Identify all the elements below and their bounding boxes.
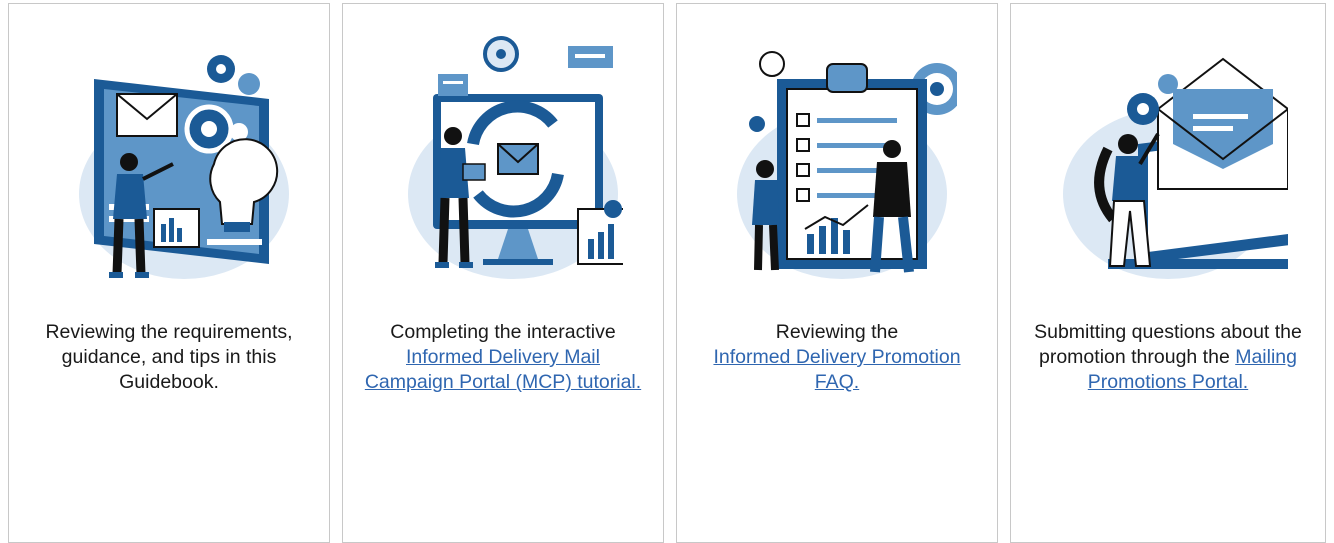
faq-clipboard-illustration xyxy=(677,34,997,304)
questions-envelope-illustration xyxy=(1011,34,1325,304)
card-guidebook: Reviewing the requirements, guidance, an… xyxy=(8,3,330,543)
card-caption: Reviewing the requirements, guidance, an… xyxy=(29,320,309,395)
portal-tutorial-illustration xyxy=(343,34,663,304)
card-questions: Submitting questions about the promotion… xyxy=(1010,3,1326,543)
card-mcp-tutorial: Completing the interactive Informed Deli… xyxy=(342,3,664,543)
caption-text: Reviewing the xyxy=(775,321,899,343)
card-caption: Reviewing the Informed Delivery Promotio… xyxy=(697,320,977,395)
card-faq: Reviewing the Informed Delivery Promotio… xyxy=(676,3,998,543)
caption-text: Reviewing the requirements, guidance, an… xyxy=(45,321,293,393)
card-caption: Completing the interactive Informed Deli… xyxy=(363,320,643,395)
mcp-tutorial-link[interactable]: Informed Delivery Mail Campaign Portal (… xyxy=(365,346,641,393)
card-caption: Submitting questions about the promotion… xyxy=(1031,320,1305,395)
caption-text: Completing the interactive xyxy=(390,321,616,343)
guidebook-review-illustration xyxy=(9,34,329,304)
faq-link[interactable]: Informed Delivery Promotion FAQ. xyxy=(713,346,960,393)
